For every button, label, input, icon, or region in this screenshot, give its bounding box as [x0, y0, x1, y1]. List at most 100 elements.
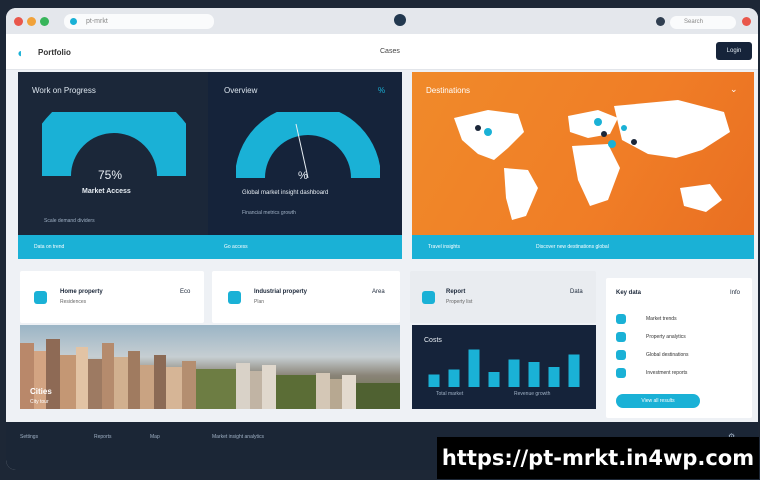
- map-strip-left: Travel insights: [428, 244, 461, 250]
- bar-8: [568, 354, 580, 387]
- list-item[interactable]: Global destinations: [616, 350, 746, 364]
- profile-icon[interactable]: [656, 17, 665, 26]
- gauge-card-right[interactable]: Overview % % Global market insight dashb…: [208, 72, 402, 235]
- map-strip-right: Discover new destinations global: [536, 244, 609, 250]
- app-header: ◖ Portfolio Cases Login: [6, 34, 758, 70]
- globe-icon: [616, 350, 626, 360]
- gauge-left-chart: [42, 112, 186, 176]
- home-card-tag: Eco: [180, 289, 191, 295]
- gauge-left-title: Work on Progress: [32, 86, 96, 95]
- browser-window: pt-mrkt Search ◖ Portfolio Cases Login W…: [6, 8, 758, 470]
- nav-link-cases[interactable]: Cases: [380, 48, 400, 55]
- map-marker[interactable]: [484, 128, 492, 136]
- bar-chart-label: Costs: [424, 337, 442, 344]
- map-marker[interactable]: [475, 125, 481, 131]
- gauge-right-strip-label: Go access: [224, 244, 248, 250]
- list-item-label: Investment reports: [646, 370, 688, 376]
- document-icon: [616, 368, 626, 378]
- gauge-right-chart: [236, 112, 380, 178]
- view-all-button[interactable]: View all results: [616, 394, 700, 408]
- brand-name: Portfolio: [38, 48, 71, 57]
- logo-icon: ◖: [16, 46, 24, 60]
- maximize-window-dot[interactable]: [40, 17, 49, 26]
- footer-settings[interactable]: Settings: [20, 434, 38, 440]
- key-data-tag: Info: [730, 290, 741, 296]
- gauge-right-strip: Go access: [208, 235, 402, 259]
- city-photo: Cities City tour: [20, 325, 400, 409]
- list-item-label: Property analytics: [646, 334, 686, 340]
- chart-icon: [616, 314, 626, 324]
- building-icon: [228, 291, 241, 304]
- gauge-left-strip: Data on trend: [18, 235, 208, 259]
- home-card-sub: Residences: [60, 299, 87, 305]
- map-south-america: [504, 168, 538, 220]
- city-skyline: [20, 339, 400, 409]
- bar-2: [448, 369, 460, 387]
- list-item[interactable]: Property analytics: [616, 332, 746, 346]
- map-marker[interactable]: [601, 131, 607, 137]
- bar-7: [548, 367, 560, 387]
- camera-icon: [394, 14, 406, 26]
- industrial-card-tag: Area: [372, 289, 385, 295]
- gauge-left-footnote: Scale demand dividers: [44, 218, 95, 224]
- report-card-sub: Property list: [446, 299, 473, 305]
- map-africa: [572, 144, 620, 206]
- tab-title: pt-mrkt: [86, 18, 108, 25]
- list-item-label: Global destinations: [646, 352, 689, 358]
- footer-market-insight[interactable]: Market insight analytics: [212, 434, 264, 440]
- gauge-right-title: Overview: [224, 86, 258, 95]
- bar-chart-card[interactable]: Costs Total market Revenue growth: [412, 325, 596, 409]
- property-card-home[interactable]: Home property Residences Eco: [20, 271, 204, 323]
- bar-1: [428, 374, 440, 387]
- city-photo-sub: City tour: [30, 399, 49, 405]
- close-window-dot[interactable]: [14, 17, 23, 26]
- bar-chart-axis-right: Revenue growth: [514, 391, 551, 397]
- city-photo-title: Cities: [30, 387, 52, 396]
- gauge-right-value: %: [298, 170, 308, 182]
- map-strip: Travel insights Discover new destination…: [412, 235, 754, 259]
- minimize-window-dot[interactable]: [27, 17, 36, 26]
- menu-icon[interactable]: [742, 17, 751, 26]
- gauge-right-footnote: Financial metrics growth: [242, 210, 296, 216]
- url-watermark: https://pt-mrkt.in4wp.com: [437, 437, 759, 479]
- list-item-label: Market trends: [646, 316, 677, 322]
- bar-chart: [428, 349, 580, 387]
- list-item[interactable]: Investment reports: [616, 368, 746, 382]
- gauge-left-arc: [42, 112, 186, 176]
- key-data-panel: Key data Info Market trends Property ana…: [606, 278, 752, 418]
- footer-reports[interactable]: Reports: [94, 434, 112, 440]
- browser-search-input[interactable]: Search: [670, 16, 736, 29]
- home-icon: [34, 291, 47, 304]
- report-card[interactable]: Report Property list Data: [410, 271, 596, 323]
- map-australia: [680, 184, 722, 212]
- gauge-left-value: 75%: [98, 168, 123, 182]
- search-placeholder: Search: [684, 19, 704, 25]
- world-map-card[interactable]: Destinations ⌄: [412, 72, 754, 235]
- bar-4: [488, 372, 500, 387]
- gauge-right-arc: [236, 112, 380, 178]
- analytics-icon: [616, 332, 626, 342]
- list-item[interactable]: Market trends: [616, 314, 746, 328]
- gauge-card-left[interactable]: Work on Progress 75% Market Access Scale…: [18, 72, 208, 235]
- key-data-title: Key data: [616, 290, 642, 296]
- bar-6: [528, 362, 540, 387]
- bar-3: [468, 349, 480, 387]
- map-europe: [568, 110, 618, 138]
- footer-map[interactable]: Map: [150, 434, 160, 440]
- browser-chrome: pt-mrkt Search: [6, 8, 758, 34]
- map-marker[interactable]: [621, 125, 627, 131]
- map-marker[interactable]: [608, 140, 616, 148]
- property-card-industrial[interactable]: Industrial property Plan Area: [212, 271, 400, 323]
- favicon-icon: [70, 18, 77, 25]
- login-button[interactable]: Login: [716, 42, 752, 60]
- report-card-tag: Data: [570, 289, 583, 295]
- report-card-title: Report: [446, 289, 466, 295]
- gauge-left-caption: Market Access: [82, 188, 131, 195]
- map-marker[interactable]: [631, 139, 637, 145]
- world-map: [454, 100, 730, 220]
- industrial-card-sub: Plan: [254, 299, 265, 305]
- map-marker[interactable]: [594, 118, 602, 126]
- home-card-title: Home property: [60, 289, 103, 295]
- address-bar[interactable]: pt-mrkt: [64, 14, 214, 29]
- map-asia: [614, 100, 730, 158]
